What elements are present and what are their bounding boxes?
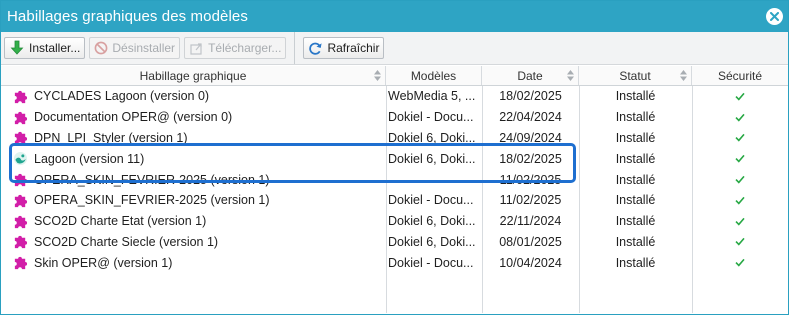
download-file-icon	[190, 42, 202, 55]
skins-dialog: Habillages graphiques des modèles Instal…	[0, 0, 789, 315]
table-row[interactable]: Skin OPER@ (version 1) Dokiel - Docu... 10…	[1, 252, 788, 273]
skin-name: DPN_LPI_Styler (version 1)	[34, 130, 188, 145]
check-icon	[735, 258, 745, 267]
check-icon	[735, 196, 745, 205]
skin-name: OPERA_SKIN_FEVRIER-2025 (version 1)	[34, 193, 270, 208]
table-row[interactable]: DPN_LPI_Styler (version 1) Dokiel 6, Doki…	[1, 128, 788, 149]
sort-icon	[374, 70, 381, 81]
models-cell: Dokiel - Docu...	[388, 193, 474, 208]
install-label: Installer...	[29, 41, 81, 55]
status-cell: Installé	[615, 151, 656, 166]
models-cell: Dokiel 6, Doki...	[388, 234, 476, 249]
forbidden-icon	[94, 41, 108, 55]
dialog-title: Habillages graphiques des modèles	[7, 8, 248, 25]
models-cell: Dokiel 6, Doki...	[388, 151, 476, 166]
puzzle-icon	[13, 89, 28, 104]
check-icon	[735, 154, 745, 163]
table-header: Habillage graphique Modèles Date Statut …	[1, 66, 788, 86]
table-body: CYCLADES Lagoon (version 0) WebMedia 5, .…	[1, 86, 788, 313]
skin-name: Skin OPER@ (version 1)	[34, 255, 173, 270]
check-icon	[735, 133, 745, 143]
check-icon	[735, 113, 745, 122]
table-row[interactable]: Lagoon (version 11) Dokiel 6, Doki... 18/0…	[1, 148, 788, 169]
skin-name: Lagoon (version 11)	[34, 151, 145, 166]
puzzle-icon	[13, 193, 28, 208]
skin-name: OPERA_SKIN_FEVRIER-2025 (version 1)	[34, 172, 270, 187]
puzzle-icon	[13, 172, 28, 187]
puzzle-icon	[13, 110, 28, 125]
date-cell: 10/04/2024	[499, 255, 562, 270]
date-cell: 18/02/2025	[499, 151, 562, 166]
models-cell: Dokiel - Docu...	[388, 255, 474, 270]
refresh-label: Rafraîchir	[327, 41, 380, 55]
check-icon	[735, 237, 745, 247]
puzzle-icon	[13, 130, 28, 145]
column-header-security[interactable]: Sécurité	[692, 66, 788, 85]
skin-name: Documentation OPER@ (version 0)	[34, 110, 233, 125]
status-cell: Installé	[615, 255, 656, 270]
puzzle-icon	[13, 255, 28, 270]
status-cell: Installé	[615, 110, 656, 125]
check-icon	[735, 175, 745, 184]
skin-name: SCO2D Charte Etat (version 1)	[34, 214, 207, 229]
refresh-icon	[309, 42, 323, 55]
date-cell: 24/09/2024	[499, 130, 562, 145]
status-cell: Installé	[615, 193, 656, 208]
column-header-date[interactable]: Date	[482, 66, 579, 85]
status-cell: Installé	[615, 172, 656, 187]
puzzle-icon	[13, 234, 28, 249]
skins-table: Habillage graphique Modèles Date Statut …	[1, 66, 788, 314]
table-row[interactable]: SCO2D Charte Etat (version 1) Dokiel 6, D…	[1, 211, 788, 232]
install-arrow-icon	[10, 40, 24, 55]
models-cell: WebMedia 5, ...	[388, 89, 476, 104]
check-icon	[735, 217, 745, 226]
date-cell: 11/02/2025	[499, 193, 562, 208]
skin-name: CYCLADES Lagoon (version 0)	[34, 89, 210, 104]
date-cell: 22/04/2024	[499, 110, 562, 125]
table-row[interactable]: OPERA_SKIN_FEVRIER-2025 (version 1) Dokie…	[1, 190, 788, 211]
toolbar-separator	[294, 32, 296, 64]
table-row[interactable]: Documentation OPER@ (version 0) Dokiel - …	[1, 107, 788, 128]
status-cell: Installé	[615, 89, 656, 104]
models-cell: Dokiel - Docu...	[388, 110, 474, 125]
skin-name: SCO2D Charte Siecle (version 1)	[34, 234, 219, 249]
sort-icon	[567, 70, 574, 81]
table-row[interactable]: CYCLADES Lagoon (version 0) WebMedia 5, .…	[1, 86, 788, 107]
puzzle-icon	[13, 214, 28, 229]
uninstall-button[interactable]: Désinstaller	[89, 37, 181, 59]
column-header-name[interactable]: Habillage graphique	[1, 66, 386, 85]
status-cell: Installé	[615, 214, 656, 229]
status-cell: Installé	[615, 130, 656, 145]
title-bar: Habillages graphiques des modèles	[1, 1, 788, 32]
sort-icon	[680, 70, 687, 81]
date-cell: 08/01/2025	[499, 234, 562, 249]
close-button[interactable]	[766, 8, 783, 25]
models-cell: Dokiel 6, Doki...	[388, 214, 476, 229]
close-icon	[770, 12, 779, 21]
lagoon-wave-icon	[13, 151, 28, 166]
column-header-models[interactable]: Modèles	[386, 66, 482, 85]
table-row[interactable]: OPERA_SKIN_FEVRIER-2025 (version 1) 11/02…	[1, 169, 788, 190]
install-button[interactable]: Installer...	[4, 37, 86, 59]
toolbar: Installer... Désinstaller Télécharger...…	[1, 32, 788, 65]
check-icon	[735, 92, 745, 101]
date-cell: 22/11/2024	[499, 214, 562, 229]
uninstall-label: Désinstaller	[112, 41, 176, 55]
table-row[interactable]: SCO2D Charte Siecle (version 1) Dokiel 6,…	[1, 232, 788, 253]
date-cell: 18/02/2025	[499, 89, 562, 104]
refresh-button[interactable]: Rafraîchir	[303, 37, 385, 59]
column-header-status[interactable]: Statut	[579, 66, 692, 85]
models-cell: Dokiel 6, Doki...	[388, 130, 476, 145]
download-label: Télécharger...	[208, 41, 282, 55]
download-button[interactable]: Télécharger...	[184, 37, 287, 59]
date-cell: 11/02/2025	[499, 172, 562, 187]
status-cell: Installé	[615, 234, 656, 249]
